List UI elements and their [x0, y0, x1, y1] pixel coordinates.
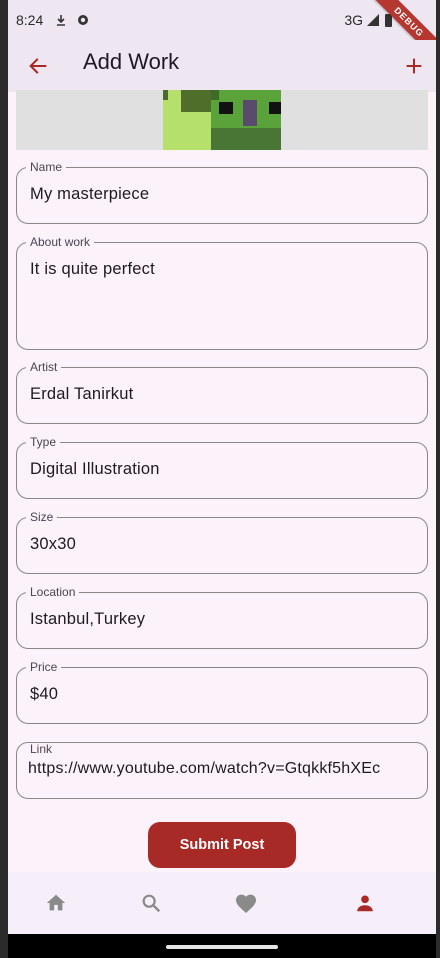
back-button[interactable]	[22, 50, 54, 82]
person-icon	[357, 895, 373, 912]
network-type: 3G	[344, 12, 363, 28]
system-navigation-bar	[8, 934, 436, 958]
download-status-icon	[57, 15, 66, 26]
name-label: Name	[26, 160, 67, 174]
type-label: Type	[26, 435, 61, 449]
nav-favorites[interactable]	[233, 890, 259, 916]
arrow-back-icon	[29, 58, 47, 74]
price-label: Price	[26, 660, 62, 674]
about-work-label: About work	[26, 235, 95, 249]
nav-profile[interactable]	[352, 890, 378, 916]
price-field[interactable]: Price $40	[16, 660, 428, 724]
size-field[interactable]: Size 30x30	[16, 510, 428, 574]
about-work-field[interactable]: About work It is quite perfect	[16, 235, 428, 350]
link-label: Link	[26, 743, 57, 756]
sync-status-icon	[78, 15, 89, 25]
about-work-value: It is quite perfect	[30, 260, 155, 278]
price-value: $40	[30, 685, 59, 703]
app-bar: Add Work	[8, 40, 436, 92]
artist-field[interactable]: Artist Erdal Tanirkut	[16, 360, 428, 424]
type-value: Digital Illustration	[30, 460, 160, 478]
artwork-image-preview[interactable]	[16, 90, 428, 150]
status-time: 8:24	[16, 12, 44, 28]
home-icon	[46, 894, 66, 911]
status-bar: 8:24 3G	[8, 0, 436, 40]
status-right: 3G	[344, 12, 392, 28]
nav-home[interactable]	[43, 890, 69, 916]
link-value: https://www.youtube.com/watch?v=Gtqkkf5h…	[28, 760, 381, 777]
phone-screen: 8:24 3G DEBUG Add Work Name My masterpie…	[8, 0, 436, 958]
link-field[interactable]: Link https://www.youtube.com/watch?v=Gtq…	[16, 742, 428, 799]
artist-label: Artist	[26, 360, 62, 374]
location-value: Istanbul,Turkey	[30, 610, 146, 628]
signal-icon	[367, 14, 379, 26]
page-title: Add Work	[83, 49, 180, 74]
home-indicator[interactable]	[166, 945, 278, 949]
plus-icon	[406, 58, 422, 74]
name-field[interactable]: Name My masterpiece	[16, 160, 428, 224]
artist-value: Erdal Tanirkut	[30, 385, 134, 403]
search-icon	[142, 894, 161, 913]
bottom-navigation	[8, 872, 436, 934]
location-label: Location	[26, 585, 80, 599]
artwork-pixel-art	[163, 90, 281, 150]
heart-icon	[236, 894, 256, 913]
add-button[interactable]	[398, 50, 430, 82]
nav-search[interactable]	[138, 890, 164, 916]
location-field[interactable]: Location Istanbul,Turkey	[16, 585, 428, 649]
type-field[interactable]: Type Digital Illustration	[16, 435, 428, 499]
size-value: 30x30	[30, 535, 76, 553]
size-label: Size	[26, 510, 58, 524]
name-value: My masterpiece	[30, 185, 150, 203]
submit-post-button[interactable]: Submit Post	[148, 822, 296, 868]
